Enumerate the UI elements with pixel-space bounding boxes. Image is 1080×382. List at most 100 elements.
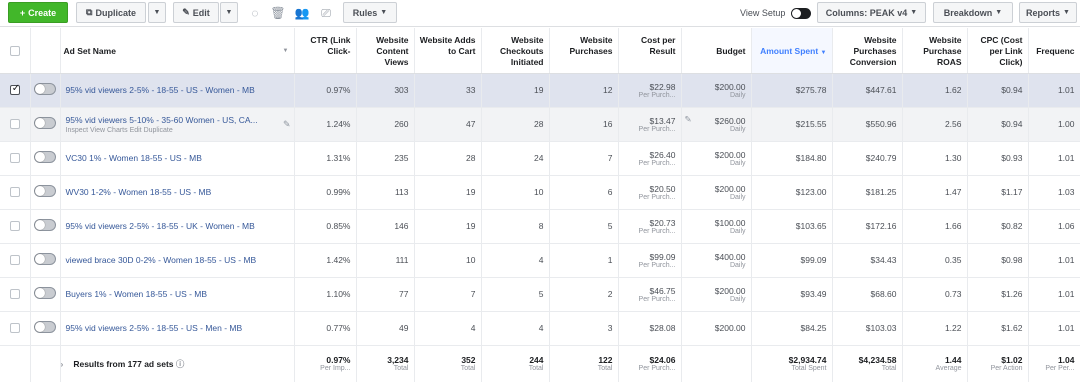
- cell-budget[interactable]: $100.00 Daily: [681, 209, 752, 244]
- column-header-ctr[interactable]: CTR (Link Click-: [294, 28, 357, 74]
- row-checkbox[interactable]: [9, 187, 20, 198]
- ad-set-name-link[interactable]: 95% vid viewers 2-5% - 18-55 - US - Wome…: [66, 85, 255, 95]
- ad-set-name-cell[interactable]: VC30 1% - Women 18-55 - US - MB: [60, 141, 295, 176]
- ad-set-name-link[interactable]: VC30 1% - Women 18-55 - US - MB: [66, 153, 202, 163]
- cell-budget[interactable]: $200.00 Daily: [681, 73, 752, 108]
- column-header-budget[interactable]: Budget: [681, 28, 752, 74]
- column-header-checkouts[interactable]: Website Checkouts Initiated: [481, 28, 550, 74]
- row-checkbox[interactable]: [9, 323, 20, 334]
- breakdown-button[interactable]: Breakdown ▼: [933, 2, 1013, 23]
- row-checkbox-cell[interactable]: [0, 243, 31, 278]
- expand-chevron-icon[interactable]: ›: [61, 359, 64, 369]
- ad-set-status-toggle[interactable]: [34, 287, 56, 299]
- table-row[interactable]: VC30 1% - Women 18-55 - US - MB 1.31% 235 2…: [0, 141, 1080, 176]
- ad-set-name-cell[interactable]: viewed brace 30D 0-2% - Women 18-55 - US…: [60, 243, 295, 278]
- info-icon[interactable]: ⓘ: [176, 359, 185, 369]
- edit-dropdown-button[interactable]: ▼: [220, 2, 238, 23]
- reports-button[interactable]: Reports ▼: [1019, 2, 1077, 23]
- row-checkbox[interactable]: [9, 255, 20, 266]
- row-toggle-cell[interactable]: [30, 107, 61, 142]
- view-setup-toggle[interactable]: [791, 8, 811, 19]
- row-toggle-cell[interactable]: [30, 311, 61, 346]
- row-checkbox-cell[interactable]: [0, 277, 31, 312]
- table-row[interactable]: viewed brace 30D 0-2% - Women 18-55 - US…: [0, 243, 1080, 278]
- column-header-purchases-conversion[interactable]: Website Purchases Conversion: [832, 28, 903, 74]
- row-actions[interactable]: Inspect View Charts Edit Duplicate: [66, 127, 289, 134]
- column-header-content-views[interactable]: Website Content Views: [356, 28, 415, 74]
- column-header-ad-set-name[interactable]: Ad Set Name ▼: [60, 28, 295, 74]
- trash-icon[interactable]: 🗑: [270, 5, 286, 21]
- rules-button[interactable]: Rules ▼: [343, 2, 397, 23]
- table-row[interactable]: WV30 1-2% - Women 18-55 - US - MB 0.99% 11…: [0, 175, 1080, 210]
- ad-set-name-cell[interactable]: 95% vid viewers 2-5% - 18-55 - US - Men …: [60, 311, 295, 346]
- table-row[interactable]: 95% vid viewers 2-5% - 18-55 - US - Wome…: [0, 73, 1080, 108]
- ad-set-status-toggle[interactable]: [34, 185, 56, 197]
- pencil-icon: ✎: [182, 7, 190, 17]
- ad-set-name-cell[interactable]: 95% vid viewers 2-5% - 18-55 - UK - Wome…: [60, 209, 295, 244]
- ad-set-name-link[interactable]: WV30 1-2% - Women 18-55 - US - MB: [66, 187, 212, 197]
- create-button[interactable]: + Create: [8, 2, 68, 23]
- row-toggle-cell[interactable]: [30, 175, 61, 210]
- ad-set-status-toggle[interactable]: [34, 219, 56, 231]
- table-row[interactable]: 95% vid viewers 5-10% - 35-60 Women - US…: [0, 107, 1080, 142]
- ad-set-name-cell[interactable]: 95% vid viewers 2-5% - 18-55 - US - Wome…: [60, 73, 295, 108]
- columns-button[interactable]: Columns: PEAK v4 ▼: [817, 2, 926, 23]
- cell-budget[interactable]: $400.00 Daily: [681, 243, 752, 278]
- row-checkbox[interactable]: [9, 119, 20, 130]
- row-toggle-cell[interactable]: [30, 141, 61, 176]
- duplicate-button[interactable]: ⧉ Duplicate: [76, 2, 146, 23]
- ad-set-name-link[interactable]: 95% vid viewers 2-5% - 18-55 - US - Men …: [66, 323, 243, 333]
- select-all-header[interactable]: [0, 28, 31, 74]
- ad-set-name-cell[interactable]: 95% vid viewers 5-10% - 35-60 Women - US…: [60, 107, 295, 142]
- edit-budget-pencil-icon[interactable]: ✎: [685, 114, 692, 125]
- row-checkbox-cell[interactable]: [0, 175, 31, 210]
- select-all-checkbox[interactable]: [9, 45, 20, 56]
- cell-budget[interactable]: $200.00: [681, 311, 752, 346]
- row-checkbox-cell[interactable]: [0, 107, 31, 142]
- ad-set-name-link[interactable]: 95% vid viewers 2-5% - 18-55 - UK - Wome…: [66, 221, 255, 231]
- ad-set-name-cell[interactable]: WV30 1-2% - Women 18-55 - US - MB: [60, 175, 295, 210]
- row-toggle-cell[interactable]: [30, 209, 61, 244]
- cell-purchases-conversion: $181.25: [832, 175, 903, 210]
- refresh-icon[interactable]: ◌: [247, 5, 263, 21]
- column-header-frequency[interactable]: Frequenc: [1028, 28, 1080, 74]
- column-header-cpc[interactable]: CPC (Cost per Link Click): [967, 28, 1029, 74]
- audience-icon[interactable]: 👥: [294, 5, 310, 21]
- row-checkbox[interactable]: [9, 289, 20, 300]
- row-checkbox-cell[interactable]: [0, 141, 31, 176]
- cell-budget[interactable]: $200.00 Daily: [681, 141, 752, 176]
- row-toggle-cell[interactable]: [30, 73, 61, 108]
- edit-button[interactable]: ✎ Edit: [173, 2, 219, 23]
- ad-set-status-toggle[interactable]: [34, 253, 56, 265]
- ad-set-name-link[interactable]: 95% vid viewers 5-10% - 35-60 Women - US…: [66, 115, 258, 125]
- row-checkbox-cell[interactable]: [0, 73, 31, 108]
- table-row[interactable]: 95% vid viewers 2-5% - 18-55 - UK - Wome…: [0, 209, 1080, 244]
- ad-set-status-toggle[interactable]: [34, 83, 56, 95]
- ad-set-name-link[interactable]: viewed brace 30D 0-2% - Women 18-55 - US…: [66, 255, 257, 265]
- preview-icon[interactable]: ⎚: [318, 5, 334, 21]
- column-header-amount-spent[interactable]: Amount Spent ▼: [751, 28, 833, 74]
- ad-set-status-toggle[interactable]: [34, 321, 56, 333]
- row-toggle-cell[interactable]: [30, 277, 61, 312]
- cell-budget[interactable]: ✎ $260.00 Daily: [681, 107, 752, 142]
- row-toggle-cell[interactable]: [30, 243, 61, 278]
- cell-budget[interactable]: $200.00 Daily: [681, 175, 752, 210]
- ad-set-status-toggle[interactable]: [34, 117, 56, 129]
- row-checkbox[interactable]: [9, 221, 20, 232]
- table-row[interactable]: Buyers 1% - Women 18-55 - US - MB 1.10% 77…: [0, 277, 1080, 312]
- row-checkbox-cell[interactable]: [0, 311, 31, 346]
- ad-set-status-toggle[interactable]: [34, 151, 56, 163]
- row-checkbox[interactable]: [9, 83, 20, 96]
- rename-pencil-icon[interactable]: ✎: [283, 119, 291, 130]
- column-header-purchases[interactable]: Website Purchases: [549, 28, 619, 74]
- ad-set-name-link[interactable]: Buyers 1% - Women 18-55 - US - MB: [66, 289, 208, 299]
- column-header-purchase-roas[interactable]: Website Purchase ROAS: [902, 28, 968, 74]
- ad-set-name-cell[interactable]: Buyers 1% - Women 18-55 - US - MB: [60, 277, 295, 312]
- table-row[interactable]: 95% vid viewers 2-5% - 18-55 - US - Men …: [0, 311, 1080, 346]
- column-header-adds-to-cart[interactable]: Website Adds to Cart: [414, 28, 482, 74]
- cell-budget[interactable]: $200.00 Daily: [681, 277, 752, 312]
- column-header-cost-per-result[interactable]: Cost per Result: [618, 28, 682, 74]
- row-checkbox-cell[interactable]: [0, 209, 31, 244]
- row-checkbox[interactable]: [9, 153, 20, 164]
- duplicate-dropdown-button[interactable]: ▼: [148, 2, 166, 23]
